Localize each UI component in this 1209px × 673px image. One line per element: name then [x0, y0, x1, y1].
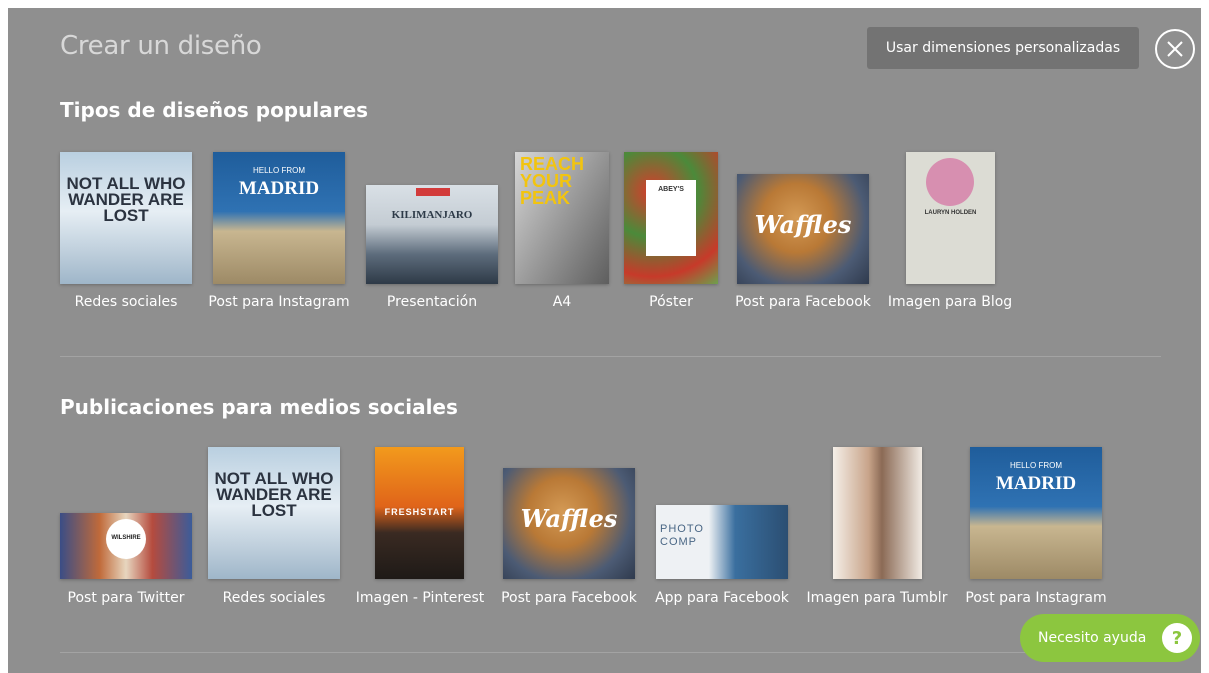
thumb-poster-card: ABEY'S	[646, 180, 696, 256]
caption-facebook-post[interactable]: Post para Facebook	[735, 294, 871, 310]
thumb-presentation[interactable]: KILIMANJARO	[366, 185, 498, 284]
thumb-subtext: HELLO FROM	[252, 166, 305, 175]
caption-presentation[interactable]: Presentación	[387, 294, 477, 310]
section-divider-2	[60, 652, 1161, 653]
thumb-text: MADRID	[238, 178, 320, 199]
thumb-a4[interactable]: REACH YOUR PEAK	[515, 152, 609, 284]
caption-pinterest-image[interactable]: Imagen - Pinterest	[356, 590, 485, 606]
thumb-badge: WILSHIRE	[106, 519, 146, 559]
help-label: Necesito ayuda	[1038, 630, 1147, 646]
thumb-poster[interactable]: ABEY'S	[624, 152, 718, 284]
thumb-date-badge	[416, 188, 450, 196]
caption-instagram-post-2[interactable]: Post para Instagram	[965, 590, 1106, 606]
thumb-text: NOT ALL WHO WANDER ARE LOST	[214, 469, 334, 520]
thumb-text: NOT ALL WHO WANDER ARE LOST	[66, 174, 186, 225]
thumb-pinterest-image[interactable]: FRESHSTART	[375, 447, 464, 579]
caption-twitter-post[interactable]: Post para Twitter	[68, 590, 185, 606]
caption-a4[interactable]: A4	[553, 294, 571, 310]
section-divider	[60, 356, 1161, 357]
thumb-avatar	[926, 158, 974, 206]
section-title-popular: Tipos de diseños populares	[60, 98, 369, 122]
caption-instagram-post[interactable]: Post para Instagram	[208, 294, 349, 310]
thumb-instagram-post-2[interactable]: HELLO FROM MADRID	[970, 447, 1102, 579]
help-button[interactable]: Necesito ayuda ?	[1020, 614, 1200, 662]
section-title-social: Publicaciones para medios sociales	[60, 395, 458, 419]
thumb-text: LAURYN HOLDEN	[924, 210, 977, 216]
thumb-text: Waffles	[520, 504, 618, 533]
thumb-text: WILSHIRE	[111, 535, 141, 541]
thumb-facebook-post-2[interactable]: Waffles	[503, 468, 635, 579]
caption-tumblr-image[interactable]: Imagen para Tumblr	[807, 590, 948, 606]
caption-social-media[interactable]: Redes sociales	[75, 294, 178, 310]
thumb-subtext: HELLO FROM	[1009, 461, 1062, 470]
close-icon	[1167, 41, 1183, 57]
caption-poster[interactable]: Póster	[649, 294, 693, 310]
caption-facebook-post-2[interactable]: Post para Facebook	[501, 590, 637, 606]
custom-dimensions-button[interactable]: Usar dimensiones personalizadas	[867, 27, 1139, 69]
thumb-text: ABEY'S	[658, 186, 684, 193]
close-button[interactable]	[1155, 29, 1195, 69]
thumb-facebook-app[interactable]: PHOTO COMP	[656, 505, 788, 579]
thumb-social-media-2[interactable]: NOT ALL WHO WANDER ARE LOST	[208, 447, 340, 579]
thumb-text: PHOTO COMP	[660, 523, 704, 548]
thumb-text: Waffles	[754, 210, 852, 239]
caption-blog-image[interactable]: Imagen para Blog	[888, 294, 1012, 310]
thumb-text: KILIMANJARO	[391, 209, 473, 221]
modal-title: Crear un diseño	[60, 31, 262, 61]
thumb-text: FRESHSTART	[384, 507, 455, 517]
thumb-text: REACH YOUR PEAK	[520, 154, 585, 208]
thumb-tumblr-image[interactable]	[833, 447, 922, 579]
thumb-text: MADRID	[995, 473, 1077, 494]
thumb-blog-image[interactable]: LAURYN HOLDEN	[906, 152, 995, 284]
caption-facebook-app[interactable]: App para Facebook	[655, 590, 789, 606]
thumb-social-media[interactable]: NOT ALL WHO WANDER ARE LOST	[60, 152, 192, 284]
thumb-twitter-post[interactable]: WILSHIRE	[60, 513, 192, 579]
caption-social-media-2[interactable]: Redes sociales	[223, 590, 326, 606]
question-icon: ?	[1162, 623, 1192, 653]
thumb-instagram-post[interactable]: HELLO FROM MADRID	[213, 152, 345, 284]
thumb-facebook-post[interactable]: Waffles	[737, 174, 869, 284]
